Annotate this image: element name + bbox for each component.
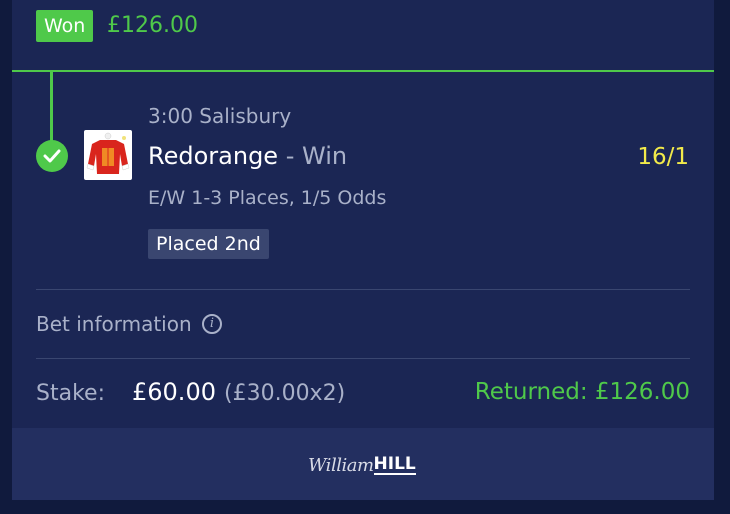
bet-card: 3:00 Salisbury Redorange - Win 16/1 E/W … bbox=[12, 72, 714, 428]
logo-bold-text: HILL bbox=[373, 454, 416, 475]
info-icon[interactable]: i bbox=[202, 314, 222, 334]
divider bbox=[36, 358, 690, 359]
odds-value: 16/1 bbox=[637, 144, 689, 170]
divider bbox=[36, 289, 690, 290]
event-name: 3:00 Salisbury bbox=[148, 104, 292, 128]
each-way-terms: E/W 1-3 Places, 1/5 Odds bbox=[148, 187, 387, 209]
won-amount: £126.00 bbox=[107, 13, 198, 38]
check-icon bbox=[36, 140, 68, 172]
stake-label: Stake: bbox=[36, 381, 105, 406]
won-status-badge: Won bbox=[36, 10, 94, 42]
william-hill-logo: William HILL bbox=[308, 452, 416, 478]
selection-title: Redorange - Win bbox=[148, 142, 347, 170]
bet-header: Won £126.00 bbox=[12, 0, 714, 72]
market-name: Win bbox=[302, 142, 348, 170]
market-separator: - bbox=[278, 142, 302, 170]
jockey-silks-icon bbox=[84, 130, 132, 180]
logo-script-text: William bbox=[308, 454, 374, 476]
bet-information-link[interactable]: Bet information bbox=[36, 312, 192, 336]
timeline-line bbox=[50, 72, 53, 144]
stake-value: £60.00 bbox=[132, 378, 216, 406]
footer: William HILL bbox=[12, 428, 714, 500]
returned-amount: Returned: £126.00 bbox=[474, 379, 690, 405]
placed-badge: Placed 2nd bbox=[148, 229, 269, 259]
runner-name: Redorange bbox=[148, 142, 279, 170]
stake-detail: (£30.00x2) bbox=[224, 381, 346, 406]
